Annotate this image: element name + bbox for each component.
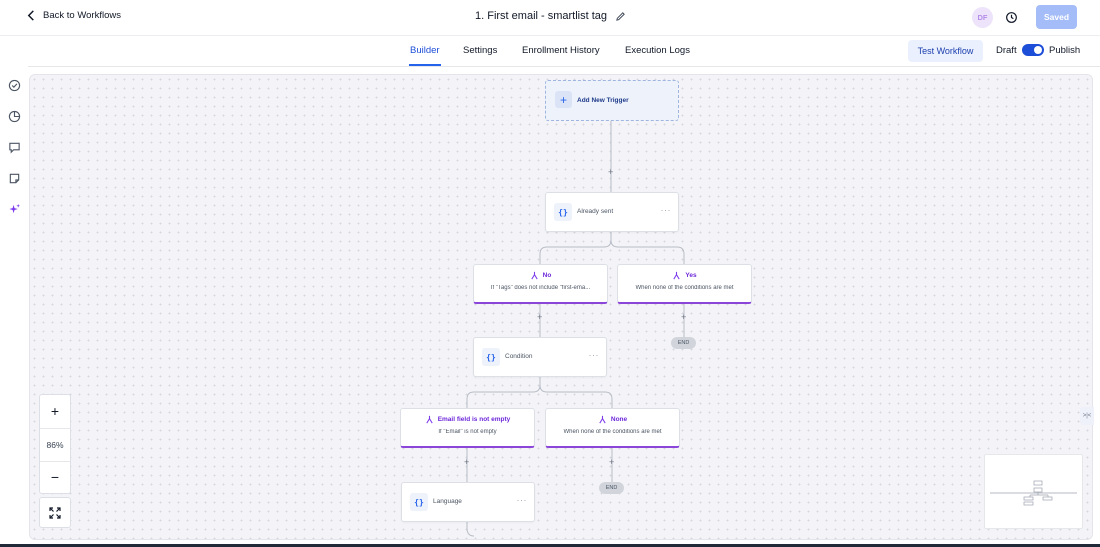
branch-condition: When none of the conditions are met — [635, 285, 734, 291]
branch-title: Yes — [685, 272, 697, 279]
add-step-button[interactable]: + — [681, 312, 686, 322]
branch-icon — [530, 271, 538, 280]
branch-header: None — [546, 415, 679, 424]
branch-condition: When none of the conditions are met — [563, 429, 662, 435]
add-step-button[interactable]: + — [608, 167, 613, 177]
add-step-button[interactable]: + — [537, 312, 542, 322]
branch-header: Yes — [618, 271, 751, 280]
code-braces-icon: {} — [482, 348, 500, 366]
zoom-out-button[interactable]: − — [40, 461, 70, 493]
more-options-icon[interactable]: ··· — [589, 350, 600, 360]
branch-condition: If "Tags" does not include "first-ema... — [490, 285, 591, 291]
node-label: Already sent — [577, 208, 614, 215]
branch-title: Email field is not empty — [437, 416, 511, 423]
branch-node-no[interactable]: No If "Tags" does not include "first-ema… — [473, 264, 608, 304]
branch-icon — [599, 415, 606, 424]
code-braces-icon: {} — [410, 493, 428, 511]
action-node-condition[interactable]: {} Condition ··· — [473, 337, 607, 377]
branch-condition: If "Email" is not empty — [438, 429, 497, 435]
branch-icon — [673, 271, 681, 280]
trigger-label: Add New Trigger — [577, 97, 629, 104]
add-step-button[interactable]: + — [464, 457, 469, 467]
branch-node-yes[interactable]: Yes When none of the conditions are met — [617, 264, 752, 304]
branch-title: No — [542, 272, 552, 279]
code-braces-icon: {} — [554, 203, 572, 221]
zoom-controls: + 86% − — [39, 394, 71, 494]
branch-title: None — [610, 416, 628, 423]
branch-header: No — [474, 271, 607, 280]
add-trigger-node[interactable]: + Add New Trigger — [545, 80, 679, 121]
action-node-language[interactable]: {} Language ··· — [401, 482, 535, 522]
expand-icon — [49, 506, 61, 519]
plus-icon: + — [555, 91, 572, 108]
action-node-already-sent[interactable]: {} Already sent ··· — [545, 192, 679, 232]
node-label: Condition — [505, 353, 533, 360]
minimap[interactable] — [984, 454, 1083, 529]
branch-node-email-not-empty[interactable]: Email field is not empty If "Email" is n… — [400, 408, 535, 448]
zoom-in-button[interactable]: + — [40, 395, 70, 427]
collapse-panel-icon[interactable]: >|< — [1080, 407, 1094, 425]
branch-node-none[interactable]: None When none of the conditions are met — [545, 408, 680, 448]
minimap-preview — [990, 480, 1077, 506]
branch-header: Email field is not empty — [401, 415, 534, 424]
end-marker: END — [671, 337, 696, 349]
more-options-icon[interactable]: ··· — [517, 495, 528, 505]
end-marker: END — [599, 482, 624, 494]
node-label: Language — [433, 498, 462, 505]
more-options-icon[interactable]: ··· — [661, 205, 672, 215]
add-step-button[interactable]: + — [609, 457, 614, 467]
fit-view-button[interactable] — [39, 497, 71, 528]
branch-icon — [426, 415, 433, 424]
zoom-level: 86% — [40, 428, 70, 462]
